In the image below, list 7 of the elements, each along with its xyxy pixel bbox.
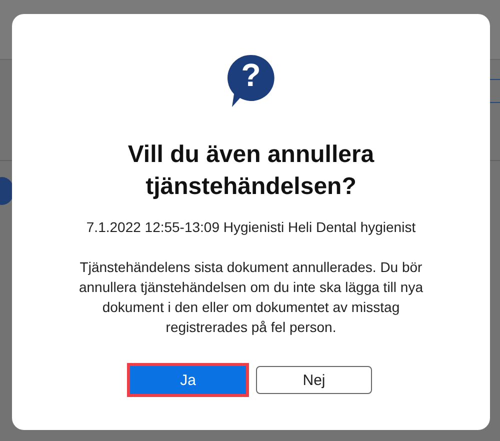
speech-bubble-icon [226,53,276,109]
event-details: 7.1.2022 12:55-13:09 Hygienisti Heli Dental hygienist [86,219,416,235]
dialog-title: Vill du även annullera tjänstehändelsen? [126,140,376,202]
dialog-message: Tjänstehändelens sista dokument annullerades. Du bör annullera tjänstehändelsen om du inte ska lägga till nya dokument i den eller om dokumentet av misstag registrerades på fel person. [78,258,424,337]
no-button[interactable]: Nej [256,366,372,394]
yes-button[interactable]: Ja [130,366,246,394]
question-mark: ? [240,56,262,95]
